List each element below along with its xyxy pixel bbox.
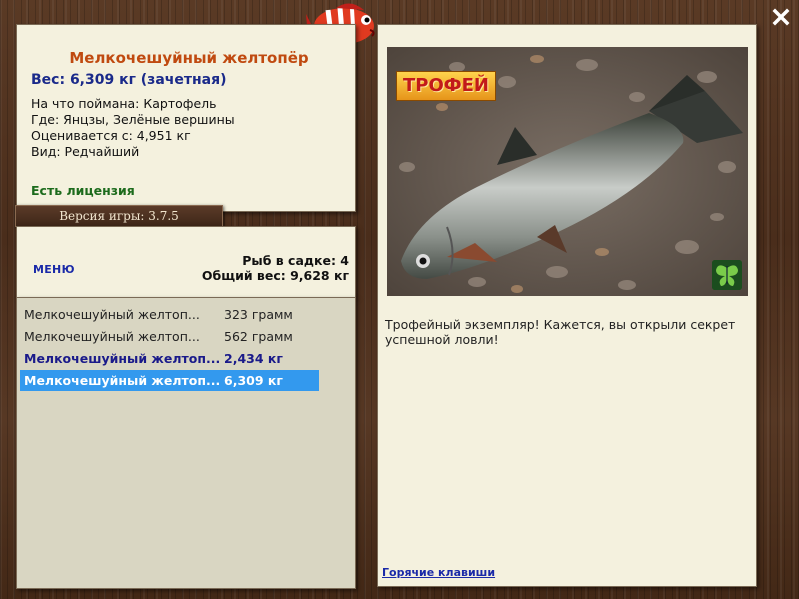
kind-info: Вид: Редчайший	[31, 144, 140, 159]
place-info: Где: Янцзы, Зелёные вершины	[31, 112, 235, 127]
license-status: Есть лицензия	[31, 183, 135, 198]
detail-panel: ТРОФЕЙ Трофейный экземпляр! Кажется, вы …	[377, 24, 757, 587]
menu-button[interactable]: МЕНЮ	[33, 263, 75, 276]
fish-weight: Вес: 6,309 кг (зачетная)	[31, 72, 227, 88]
close-icon[interactable]	[770, 6, 792, 28]
estimate-info: Оценивается с: 4,951 кг	[31, 128, 191, 143]
fish-info-panel: Мелкочешуйный желтопёр Вес: 6,309 кг (за…	[16, 24, 356, 212]
trophy-badge: ТРОФЕЙ	[396, 71, 496, 101]
catch-row-selected[interactable]: Мелкочешуйный желтоп... 6,309 кг	[20, 370, 319, 391]
fish-name: Мелкочешуйный желтопёр	[69, 49, 309, 67]
version-label: Версия игры: 3.7.5	[15, 205, 223, 227]
catch-weight: 2,434 кг	[224, 351, 283, 366]
hotkeys-link[interactable]: Горячие клавиши	[382, 566, 495, 579]
catch-weight: 562 грамм	[224, 329, 293, 344]
butterfly-icon[interactable]	[712, 260, 742, 290]
catch-weight: 323 грамм	[224, 307, 293, 322]
keepnet-weight: Общий вес: 9,628 кг	[201, 268, 349, 283]
description-text: Трофейный экземпляр! Кажется, вы открыли…	[385, 317, 736, 347]
catch-name: Мелкочешуйный желтоп...	[24, 307, 200, 322]
catch-list: Мелкочешуйный желтоп... 323 грамм Мелкоч…	[16, 297, 356, 589]
catch-row[interactable]: Мелкочешуйный желтоп... 2,434 кг	[20, 348, 319, 369]
bait-info: На что поймана: Картофель	[31, 96, 217, 111]
catch-row[interactable]: Мелкочешуйный желтоп... 323 грамм	[20, 304, 319, 325]
catch-name: Мелкочешуйный желтоп...	[24, 329, 200, 344]
catch-name: Мелкочешуйный желтоп...	[24, 373, 221, 388]
catch-row[interactable]: Мелкочешуйный желтоп... 562 грамм	[20, 326, 319, 347]
catch-name: Мелкочешуйный желтоп...	[24, 351, 221, 366]
menu-panel: МЕНЮ Рыб в садке: 4 Общий вес: 9,628 кг	[16, 226, 356, 298]
catch-weight: 6,309 кг	[224, 373, 283, 388]
keepnet-count: Рыб в садке: 4	[242, 253, 349, 268]
fish-photo: ТРОФЕЙ	[387, 47, 748, 296]
